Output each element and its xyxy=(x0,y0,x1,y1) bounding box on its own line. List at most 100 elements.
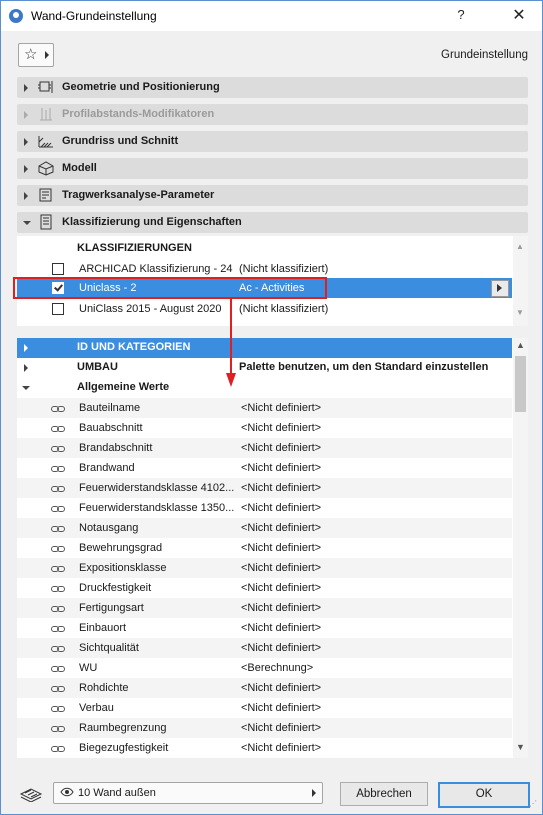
panel-classification[interactable]: Klassifizierung und Eigenschaften xyxy=(17,212,528,233)
property-row[interactable]: Bauabschnitt <Nicht definiert> xyxy=(17,418,512,438)
property-row[interactable]: Rohdichte <Nicht definiert> xyxy=(17,678,512,698)
profile-modifier-icon xyxy=(40,108,52,121)
property-value[interactable]: <Nicht definiert> xyxy=(241,542,321,554)
property-row[interactable]: Biegezugfestigkeit <Nicht definiert> xyxy=(17,738,512,758)
scroll-up-icon[interactable]: ▲ xyxy=(516,242,524,251)
panel-label: Modell xyxy=(62,162,97,174)
expand-arrow-icon xyxy=(24,165,28,173)
property-name: WU xyxy=(79,662,98,674)
property-value[interactable]: <Nicht definiert> xyxy=(241,422,321,434)
property-row[interactable]: Brandabschnitt <Nicht definiert> xyxy=(17,438,512,458)
property-row[interactable]: Raumbegrenzung <Nicht definiert> xyxy=(17,718,512,738)
property-value[interactable]: <Nicht definiert> xyxy=(241,482,321,494)
panel-geometry[interactable]: Geometrie und Positionierung xyxy=(17,77,528,98)
property-row[interactable]: Notausgang <Nicht definiert> xyxy=(17,518,512,538)
link-icon xyxy=(51,504,65,512)
close-button[interactable]: ✕ xyxy=(509,5,529,25)
panel-label: Geometrie und Positionierung xyxy=(62,81,220,93)
property-row[interactable]: Sichtqualität <Nicht definiert> xyxy=(17,638,512,658)
scroll-thumb[interactable] xyxy=(515,356,526,412)
cancel-button[interactable]: Abbrechen xyxy=(340,782,428,806)
property-value[interactable]: <Nicht definiert> xyxy=(241,582,321,594)
group-name: Allgemeine Werte xyxy=(77,381,170,393)
collapse-arrow-icon xyxy=(23,221,31,225)
panel-label: Grundriss und Schnitt xyxy=(62,135,179,147)
layer-dropdown[interactable]: 10 Wand außen xyxy=(53,782,323,804)
help-button[interactable]: ? xyxy=(453,7,469,25)
property-row[interactable]: Expositionsklasse <Nicht definiert> xyxy=(17,558,512,578)
property-name: Bewehrungsgrad xyxy=(79,542,163,554)
ok-button[interactable]: OK xyxy=(438,782,530,808)
annotation-arrow-icon xyxy=(226,299,236,387)
link-icon xyxy=(51,644,65,652)
link-icon xyxy=(51,724,65,732)
group-name: UMBAU xyxy=(77,361,118,373)
property-value[interactable]: <Nicht definiert> xyxy=(241,502,321,514)
property-row[interactable]: WU <Berechnung> xyxy=(17,658,512,678)
property-row[interactable]: Einbauort <Nicht definiert> xyxy=(17,618,512,638)
scroll-up-icon[interactable]: ▲ xyxy=(516,340,525,350)
expand-arrow-icon xyxy=(24,192,28,200)
panel-structural-analysis[interactable]: Tragwerksanalyse-Parameter xyxy=(17,185,528,206)
property-value[interactable]: <Nicht definiert> xyxy=(241,442,321,454)
property-value[interactable]: <Nicht definiert> xyxy=(241,702,321,714)
classifications-header: KLASSIFIZIERUNGEN xyxy=(77,242,192,254)
link-icon xyxy=(51,604,65,612)
window-title: Wand-Grundeinstellung xyxy=(31,9,157,23)
classification-scrollbar[interactable]: ▲ ▼ xyxy=(513,236,528,326)
property-name: Einbauort xyxy=(79,622,127,634)
property-value[interactable]: <Nicht definiert> xyxy=(241,602,321,614)
panel-model[interactable]: Modell xyxy=(17,158,528,179)
property-name: Bauteilname xyxy=(79,402,141,414)
property-value[interactable]: <Nicht definiert> xyxy=(241,402,321,414)
property-value[interactable]: <Nicht definiert> xyxy=(241,722,321,734)
property-row[interactable]: Brandwand <Nicht definiert> xyxy=(17,458,512,478)
property-row[interactable]: Feuerwiderstandsklasse 1350... <Nicht def… xyxy=(17,498,512,518)
link-icon xyxy=(51,424,65,432)
property-value[interactable]: <Nicht definiert> xyxy=(241,562,321,574)
classification-row[interactable]: ARCHICAD Klassifizierung - 24 (Nicht kla… xyxy=(17,259,512,279)
property-row[interactable]: Bauteilname <Nicht definiert> xyxy=(17,398,512,418)
property-name: Biegezugfestigkeit xyxy=(79,742,169,754)
scroll-down-icon[interactable]: ▼ xyxy=(516,742,525,752)
property-value[interactable]: <Nicht definiert> xyxy=(241,522,321,534)
link-icon xyxy=(51,404,65,412)
floorplan-section-icon xyxy=(38,136,53,148)
property-row[interactable]: Feuerwiderstandsklasse 4102... <Nicht def… xyxy=(17,478,512,498)
group-row-id-categories[interactable]: ID UND KATEGORIEN xyxy=(17,338,512,358)
classification-checkbox[interactable] xyxy=(52,303,64,315)
eye-icon xyxy=(60,787,74,797)
property-value[interactable]: <Nicht definiert> xyxy=(241,682,321,694)
property-row[interactable]: Verbau <Nicht definiert> xyxy=(17,698,512,718)
property-name: Raumbegrenzung xyxy=(79,722,167,734)
group-row-renovation[interactable]: UMBAU Palette benutzen, um den Standard … xyxy=(17,358,512,378)
classification-row[interactable]: UniClass 2015 - August 2020 (Nicht klass… xyxy=(17,299,512,319)
classification-name: UniClass 2015 - August 2020 xyxy=(79,303,222,315)
property-row[interactable]: Fertigungsart <Nicht definiert> xyxy=(17,598,512,618)
classification-checkbox[interactable] xyxy=(52,263,64,275)
splitter[interactable] xyxy=(17,326,528,338)
property-row[interactable]: Druckfestigkeit <Nicht definiert> xyxy=(17,578,512,598)
property-name: Brandabschnitt xyxy=(79,442,153,454)
property-value[interactable]: <Berechnung> xyxy=(241,662,313,674)
resize-grip-icon[interactable]: ⋰ xyxy=(529,799,537,808)
title-bar: Wand-Grundeinstellung ? ✕ xyxy=(1,1,542,31)
footer-bar: 10 Wand außen Abbrechen OK ⋰ xyxy=(1,771,542,814)
property-value[interactable]: <Nicht definiert> xyxy=(241,742,321,754)
property-name: Brandwand xyxy=(79,462,135,474)
panel-profile-modifiers: Profilabstands-Modifikatoren xyxy=(17,104,528,125)
default-settings-label: Grundeinstellung xyxy=(441,49,528,61)
link-icon xyxy=(51,544,65,552)
property-value[interactable]: <Nicht definiert> xyxy=(241,642,321,654)
favorites-button[interactable]: ☆ xyxy=(18,43,54,67)
classification-picker-arrow-button[interactable] xyxy=(491,280,509,297)
popup-arrow-icon xyxy=(45,51,49,59)
property-value[interactable]: <Nicht definiert> xyxy=(241,622,321,634)
property-value[interactable]: <Nicht definiert> xyxy=(241,462,321,474)
properties-scrollbar[interactable]: ▲ ▼ xyxy=(513,338,528,758)
panel-floorplan-section[interactable]: Grundriss und Schnitt xyxy=(17,131,528,152)
scroll-down-icon[interactable]: ▼ xyxy=(516,308,524,317)
highlight-annotation-box xyxy=(13,277,327,299)
property-row[interactable]: Bewehrungsgrad <Nicht definiert> xyxy=(17,538,512,558)
group-row-general-values[interactable]: Allgemeine Werte xyxy=(17,378,512,398)
